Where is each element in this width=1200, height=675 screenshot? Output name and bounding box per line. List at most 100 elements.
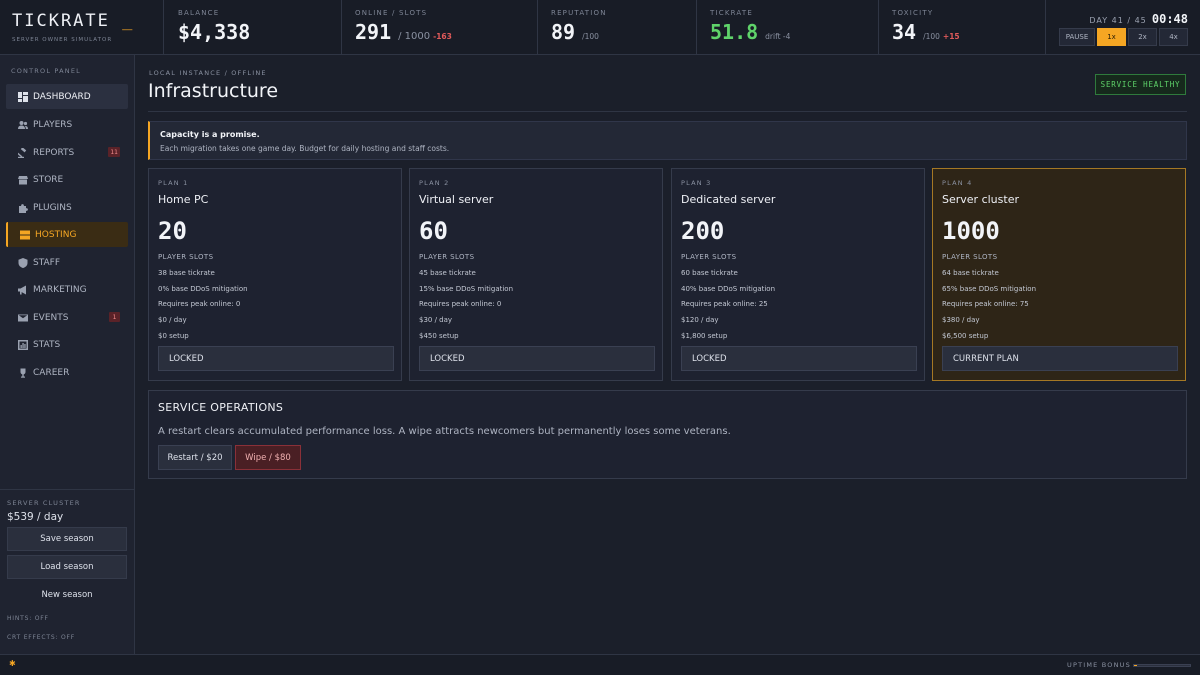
clock: 00:48 [1151,12,1188,26]
balance-value: $4,338 [178,20,251,44]
sidebar-item-label: STAFF [33,257,61,268]
ops-description: A restart clears accumulated performance… [158,426,731,437]
gavel-icon [17,147,28,158]
stat-toxicity: TOXICITY 34 /100 +15 [879,0,1046,54]
plan-card-server-cluster: PLAN 4 Server cluster 1000 PLAYER SLOTS … [932,168,1186,381]
toxicity-value-row: 34 /100 +15 [892,20,960,44]
plan-locked-button[interactable]: LOCKED [419,346,655,371]
sidebar-item-label: STATS [33,339,61,350]
stat-reputation: REPUTATION 89 /100 [538,0,697,54]
restart-button[interactable]: Restart / $20 [158,445,232,470]
app-subtitle: SERVER OWNER SIMULATOR [12,37,113,43]
sidebar-item-events[interactable]: EVENTS 1 [6,305,128,330]
uptime-bonus-bar [1133,664,1191,667]
app-title: TICKRATE _ [12,11,134,31]
sidebar-item-marketing[interactable]: MARKETING [6,277,128,302]
plan-peak: Requires peak online: 25 [681,300,768,308]
ops-title: SERVICE OPERATIONS [158,401,284,414]
plan-card-dedicated-server: PLAN 3 Dedicated server 200 PLAYER SLOTS… [671,168,925,381]
plan-locked-button[interactable]: LOCKED [681,346,917,371]
stat-online: ONLINE / SLOTS 291 / 1000 -163 [342,0,538,54]
sidebar-item-dashboard[interactable]: DASHBOARD [6,84,128,109]
load-season-button[interactable]: Load season [7,555,127,579]
slots-value: / 1000 [398,31,431,42]
speed-2x-button[interactable]: 2x [1128,28,1157,46]
main-content: LOCAL INSTANCE / OFFLINE Infrastructure … [135,55,1200,654]
sidebar-item-plugins[interactable]: PLUGINS [6,195,128,220]
tickrate-value-row: 51.8 drift -4 [710,20,790,44]
top-bar: TICKRATE _ SERVER OWNER SIMULATOR BALANC… [0,0,1200,55]
status-bar: ✱ UPTIME BONUS [0,654,1200,675]
sidebar-item-label: EVENTS [33,312,69,323]
cluster-cost: $539 / day [7,511,64,523]
pause-button[interactable]: PAUSE [1059,28,1095,46]
day-clock: DAY 41 / 45 00:48 [1089,8,1188,27]
toxicity-value: 34 [892,20,917,44]
reports-badge: 11 [108,147,120,157]
hints-toggle[interactable]: HINTS: OFF [7,615,49,622]
plan-name: Server cluster [942,193,1019,206]
sidebar-item-players[interactable]: PLAYERS [6,112,128,137]
sidebar-item-label: REPORTS [33,147,75,158]
sidebar-item-store[interactable]: STORE [6,167,128,192]
stat-balance: BALANCE $4,338 [165,0,342,54]
title-cursor: _ [122,11,135,31]
reputation-value: 89 [551,20,576,44]
plan-slots-label: PLAYER SLOTS [681,253,737,261]
sidebar-item-label: STORE [33,174,64,185]
sidebar-item-staff[interactable]: STAFF [6,250,128,275]
stat-tickrate: TICKRATE 51.8 drift -4 [697,0,879,54]
plan-ddos: 15% base DDoS mitigation [419,285,514,293]
callout-body: Each migration takes one game day. Budge… [160,144,450,153]
sidebar-item-stats[interactable]: STATS [6,332,128,357]
divider [148,111,1187,112]
online-value: 291 [355,20,392,44]
new-season-button[interactable]: New season [7,583,127,607]
plan-card-virtual-server: PLAN 2 Virtual server 60 PLAYER SLOTS 45… [409,168,663,381]
puzzle-icon [17,202,28,213]
sidebar-item-hosting[interactable]: HOSTING [6,222,128,247]
reputation-value-row: 89 /100 [551,20,599,44]
online-value-row: 291 / 1000 -163 [355,20,452,44]
plan-slots: 1000 [942,217,1000,245]
speed-4x-button[interactable]: 4x [1159,28,1188,46]
stat-label: TOXICITY [892,9,934,17]
plan-label: PLAN 1 [158,179,189,187]
sidebar-item-career[interactable]: CAREER [6,360,128,385]
plan-name: Dedicated server [681,193,776,206]
sidebar-footer: SERVER CLUSTER $539 / day Save season Lo… [0,489,134,654]
shield-icon [17,257,28,268]
save-season-button[interactable]: Save season [7,527,127,551]
plan-daily-cost: $30 / day [419,316,453,324]
plan-locked-button[interactable]: LOCKED [158,346,394,371]
tickrate-drift: drift -4 [765,32,791,41]
stat-label: TICKRATE [710,9,753,17]
current-plan-button[interactable]: CURRENT PLAN [942,346,1178,371]
plan-daily-cost: $380 / day [942,316,980,324]
plan-daily-cost: $0 / day [158,316,187,324]
capacity-callout: Capacity is a promise. Each migration ta… [148,121,1187,160]
uptime-bonus-fill [1134,665,1137,666]
plan-label: PLAN 4 [942,179,973,187]
sidebar: CONTROL PANEL DASHBOARD PLAYERS REPORTS … [0,55,135,654]
stat-label: BALANCE [178,9,220,17]
crt-effects-toggle[interactable]: CRT EFFECTS: OFF [7,634,75,641]
service-operations-panel: SERVICE OPERATIONS A restart clears accu… [148,390,1187,479]
plan-tickrate: 38 base tickrate [158,269,215,277]
plan-slots: 200 [681,217,725,245]
store-icon [17,174,28,185]
sidebar-item-reports[interactable]: REPORTS 11 [6,140,128,165]
players-icon [17,119,28,130]
plan-slots: 60 [419,217,448,245]
plan-slots: 20 [158,217,187,245]
tickrate-value: 51.8 [710,20,759,44]
speed-1x-button[interactable]: 1x [1097,28,1126,46]
plan-slots-label: PLAYER SLOTS [419,253,475,261]
plan-slots-label: PLAYER SLOTS [942,253,998,261]
plan-card-home-pc: PLAN 1 Home PC 20 PLAYER SLOTS 38 base t… [148,168,402,381]
plan-ddos: 0% base DDoS mitigation [158,285,248,293]
wipe-button[interactable]: Wipe / $80 [235,445,301,470]
online-delta: -163 [433,32,452,41]
dashboard-icon [17,91,28,102]
plan-label: PLAN 3 [681,179,712,187]
